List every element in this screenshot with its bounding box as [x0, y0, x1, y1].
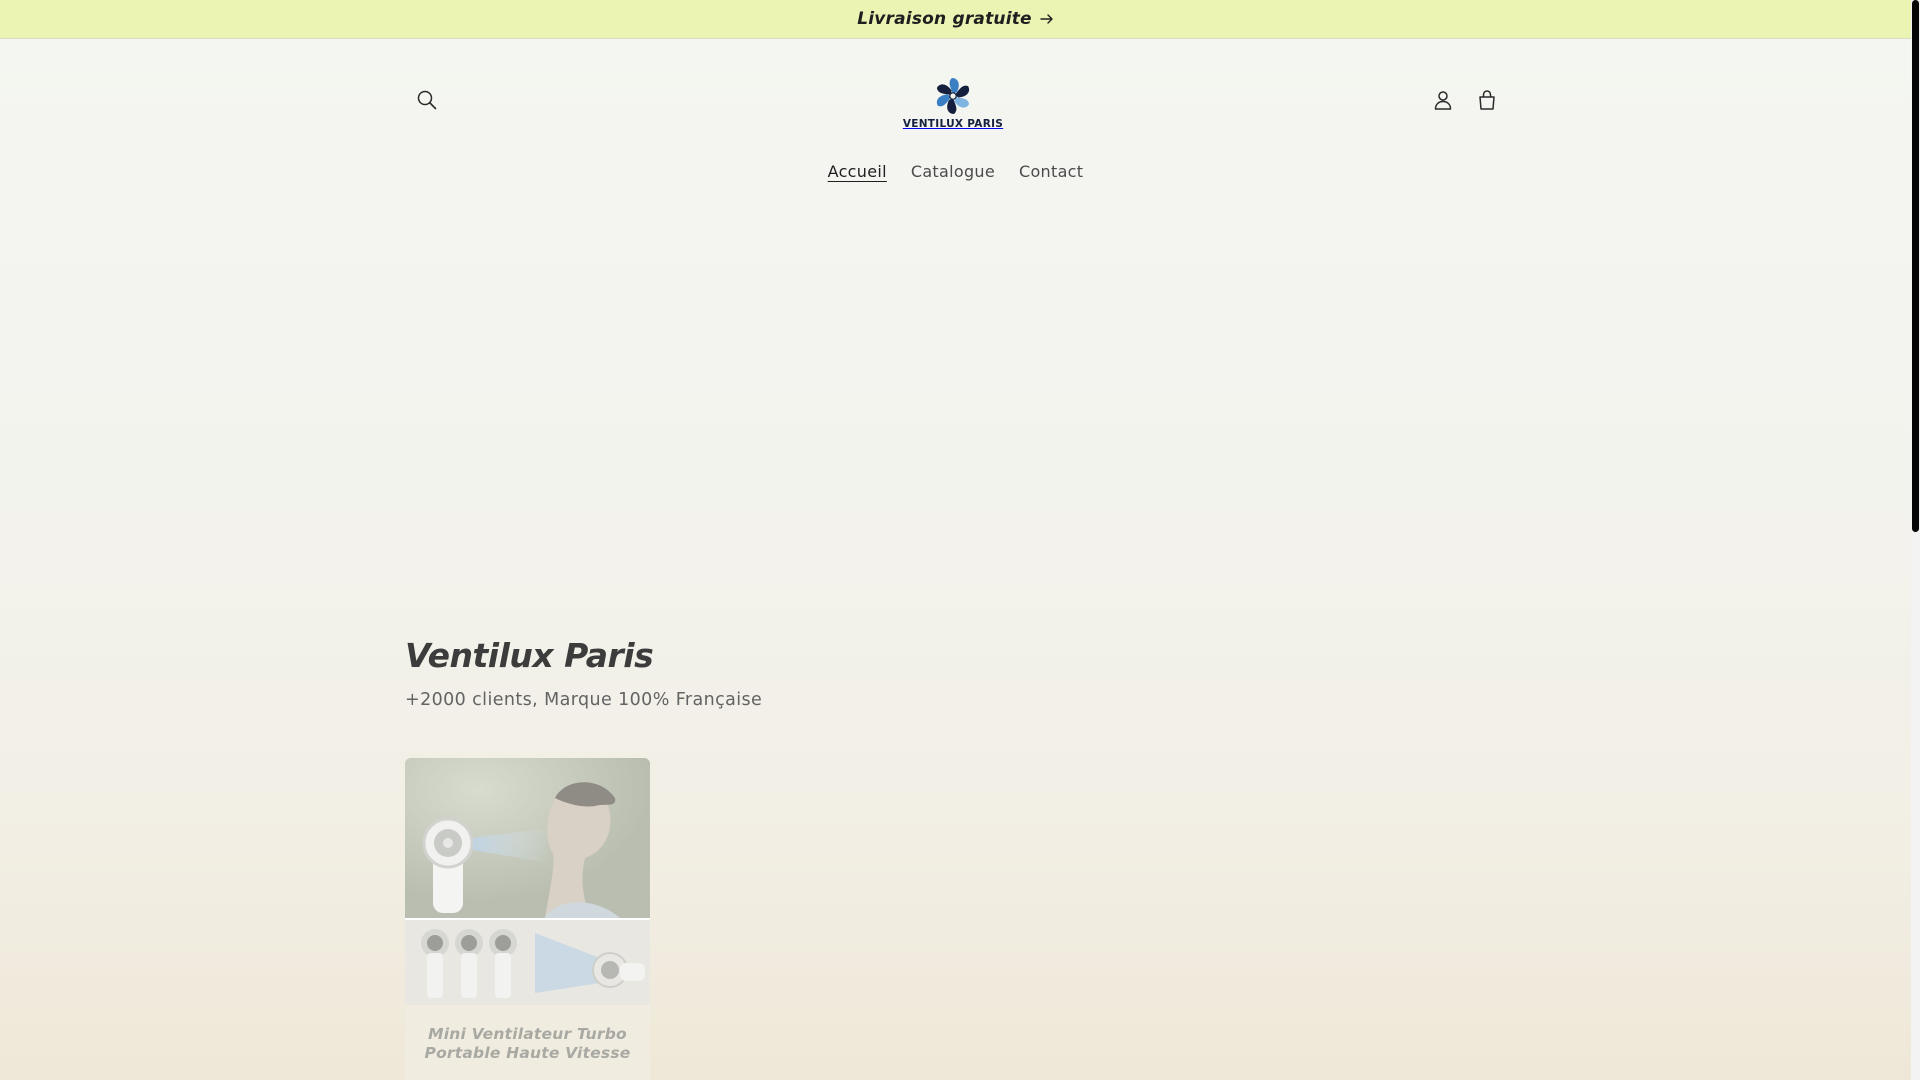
announcement-link[interactable]: Livraison gratuite: [857, 9, 1054, 29]
announcement-bar: Livraison gratuite: [0, 0, 1911, 39]
nav-item-contact[interactable]: Contact: [1007, 159, 1095, 184]
scrollbar-thumb[interactable]: [1912, 0, 1919, 532]
logo-link[interactable]: VENTILUX PARIS: [901, 76, 1005, 140]
main-nav: Accueil Catalogue Contact: [0, 159, 1911, 184]
page: Livraison gratuite VENTILUX PARIS Accuei…: [0, 0, 1911, 1080]
product-info: Mini Ventilateur Turbo Portable Haute Vi…: [405, 1005, 650, 1080]
arrow-right-icon: [1040, 14, 1053, 24]
brand-subtitle: +2000 clients, Marque 100% Française: [405, 690, 763, 710]
account-icon: [1434, 91, 1452, 110]
cart-icon: [1479, 90, 1495, 110]
search-button[interactable]: [405, 78, 449, 122]
login-button[interactable]: [1421, 78, 1465, 122]
product-image: [405, 758, 650, 1005]
cart-button[interactable]: [1465, 78, 1509, 122]
product-title[interactable]: Mini Ventilateur Turbo Portable Haute Vi…: [405, 1025, 650, 1063]
product-card[interactable]: Mini Ventilateur Turbo Portable Haute Vi…: [405, 758, 650, 1080]
fan-logo-icon: [936, 78, 970, 114]
site-header: VENTILUX PARIS: [405, 70, 1505, 130]
nav-item-catalogue[interactable]: Catalogue: [899, 159, 1007, 184]
logo-text: VENTILUX PARIS: [902, 118, 1004, 130]
product-photo: [405, 758, 650, 1005]
scrollbar[interactable]: [1911, 0, 1920, 1080]
nav-item-accueil[interactable]: Accueil: [816, 159, 899, 184]
announcement-text: Livraison gratuite: [857, 9, 1032, 29]
brand-title: Ventilux Paris: [405, 636, 654, 675]
search-icon: [417, 90, 437, 110]
